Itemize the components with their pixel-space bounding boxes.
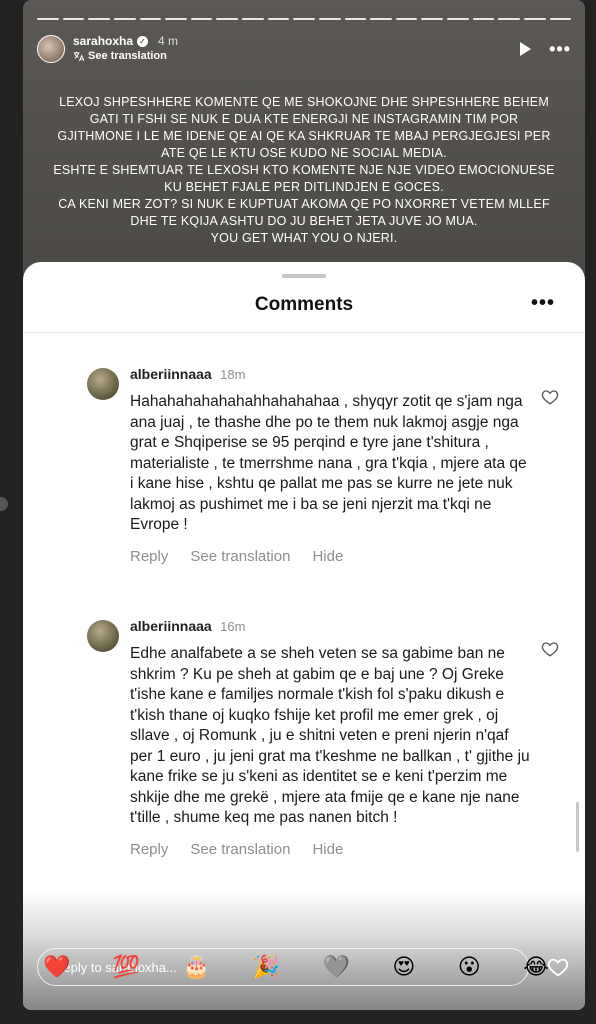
- sheet-more-icon[interactable]: •••: [531, 292, 555, 315]
- side-handle: [0, 497, 8, 511]
- verified-icon: ✓: [137, 36, 149, 47]
- emoji-surprised[interactable]: 😮: [458, 948, 481, 986]
- comment-text: Edhe analfabete a se sheh veten se sa ga…: [130, 645, 530, 826]
- story-viewer: sarahoxha ✓ 4 m See translation ••• LEXO…: [23, 0, 585, 1010]
- comment-body: alberiinnaaa 16m Edhe analfabete a se sh…: [130, 618, 530, 858]
- see-translation-link[interactable]: See translation: [73, 49, 178, 64]
- reply-button[interactable]: Reply: [130, 548, 168, 565]
- hide-button[interactable]: Hide: [312, 841, 343, 858]
- see-translation-button[interactable]: See translation: [190, 548, 290, 565]
- comment-header: alberiinnaaa 18m: [130, 366, 530, 384]
- comment-avatar[interactable]: [87, 368, 119, 400]
- more-options-icon[interactable]: •••: [549, 39, 571, 60]
- comment-time: 18m: [220, 367, 246, 382]
- comment-header: alberiinnaaa 16m: [130, 618, 530, 636]
- comment-actions: Reply See translation Hide: [130, 841, 530, 858]
- user-info: sarahoxha ✓ 4 m See translation: [73, 34, 178, 64]
- username-row[interactable]: sarahoxha ✓ 4 m: [73, 34, 178, 49]
- emoji-heart[interactable]: ❤️: [43, 948, 70, 986]
- emoji-party[interactable]: 🎉: [253, 948, 280, 986]
- emoji-heart-eyes[interactable]: 😍: [392, 948, 415, 986]
- scrollbar[interactable]: [576, 802, 579, 852]
- story-progress-bar: [37, 18, 572, 20]
- see-translation-button[interactable]: See translation: [190, 841, 290, 858]
- play-icon[interactable]: [520, 42, 532, 56]
- translate-icon: [73, 51, 84, 62]
- comment-body: alberiinnaaa 18m Hahahahahahahahhahahaha…: [130, 366, 530, 565]
- comment-actions: Reply See translation Hide: [130, 548, 530, 565]
- sheet-title: Comments: [254, 294, 354, 315]
- comment-avatar[interactable]: [87, 620, 119, 652]
- emoji-cake[interactable]: 🎂: [183, 948, 210, 986]
- app-frame: sarahoxha ✓ 4 m See translation ••• LEXO…: [0, 0, 596, 1024]
- emoji-100[interactable]: 💯: [113, 948, 140, 986]
- like-comment-heart-icon[interactable]: [541, 388, 559, 406]
- comment-username[interactable]: alberiinnaaa: [130, 366, 212, 382]
- see-translation-label: See translation: [88, 50, 167, 62]
- story-caption: LEXOJ SHPESHHERE KOMENTE QE ME SHOKOJNE …: [53, 95, 555, 245]
- story-time: 4 m: [158, 34, 179, 48]
- username[interactable]: sarahoxha: [73, 34, 133, 49]
- sheet-grabber[interactable]: [282, 274, 326, 278]
- emoji-grey-heart[interactable]: 🩶: [323, 948, 350, 986]
- like-story-button[interactable]: [545, 954, 571, 980]
- hide-button[interactable]: Hide: [312, 548, 343, 565]
- reply-button[interactable]: Reply: [130, 841, 168, 858]
- emoji-reaction-bar: ❤️ 💯 🎂 🎉 🩶 😍 😮 😂: [43, 948, 549, 986]
- comment-time: 16m: [220, 619, 246, 634]
- comments-sheet: Comments ••• alberiinnaaa 18m Hahahahaha…: [23, 262, 585, 1010]
- like-comment-heart-icon[interactable]: [541, 640, 559, 658]
- heart-icon: [547, 958, 569, 977]
- divider: [23, 332, 585, 333]
- avatar[interactable]: [37, 35, 65, 63]
- story-header: sarahoxha ✓ 4 m See translation •••: [37, 32, 571, 66]
- comment-username[interactable]: alberiinnaaa: [130, 618, 212, 634]
- comment-text: Hahahahahahahahhahahahaa , shyqyr zotit …: [130, 393, 527, 533]
